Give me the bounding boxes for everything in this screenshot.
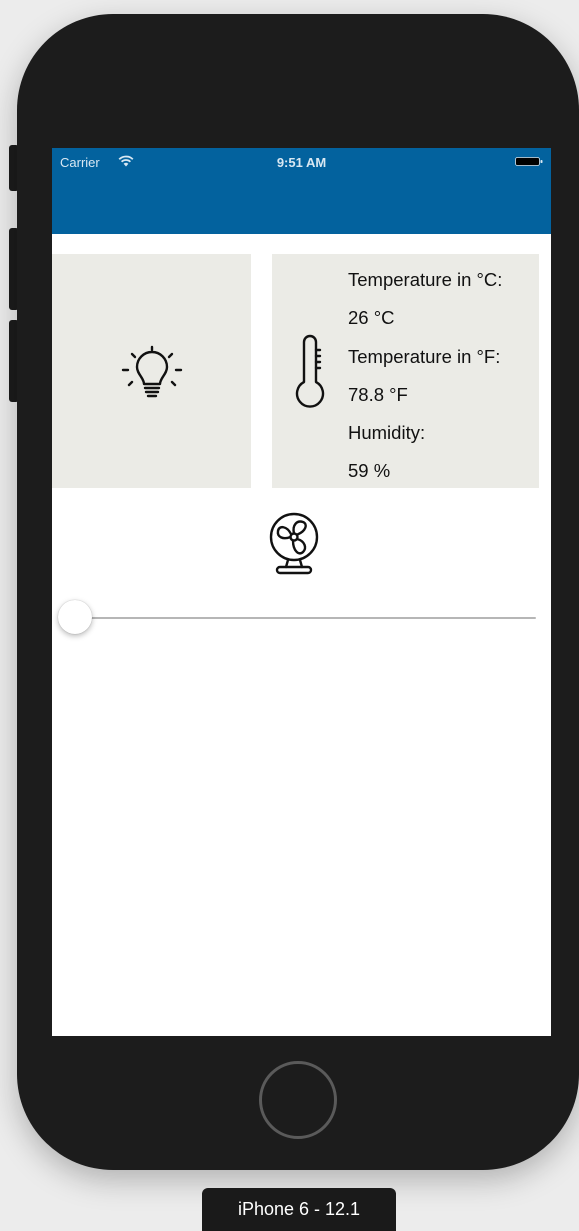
humidity-label: Humidity: [348, 422, 426, 444]
slider-thumb[interactable] [58, 600, 92, 634]
temp-celsius-value: 26 °C [348, 307, 395, 329]
climate-readings: Temperature in °C: 26 °C Temperature in … [348, 266, 539, 496]
device-label: iPhone 6 - 12.1 [202, 1188, 396, 1231]
app-screen: Carrier 9:51 AM Temperature in °C: 26 °C… [52, 148, 551, 1036]
simulator-stage: Carrier 9:51 AM Temperature in °C: 26 °C… [0, 0, 579, 1231]
temp-celsius-label: Temperature in °C: [348, 269, 503, 290]
fan-icon [269, 512, 319, 575]
climate-tile: Temperature in °C: 26 °C Temperature in … [272, 254, 539, 488]
status-bar: Carrier 9:51 AM [52, 148, 551, 176]
temp-fahrenheit-label: Temperature in °F: [348, 345, 501, 367]
navigation-bar: Carrier 9:51 AM [52, 148, 551, 234]
home-button[interactable] [259, 1061, 337, 1139]
battery-icon [515, 157, 543, 166]
lightbulb-icon [121, 345, 183, 398]
temp-fahrenheit-value: 78.8 °F [348, 383, 408, 405]
humidity-value: 59 % [348, 460, 391, 482]
slider-track[interactable] [72, 617, 536, 619]
status-time: 9:51 AM [276, 155, 327, 170]
light-toggle-tile[interactable] [52, 254, 251, 488]
thermometer-icon [295, 334, 325, 408]
fan-speed-slider[interactable] [58, 600, 536, 636]
